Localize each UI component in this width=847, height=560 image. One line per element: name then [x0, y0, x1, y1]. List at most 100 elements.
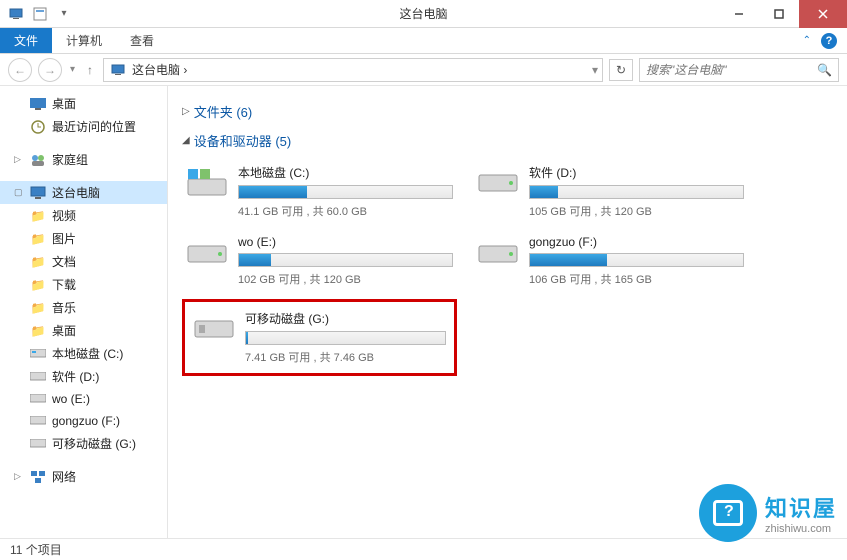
drive-info: 102 GB 可用 , 共 120 GB: [238, 271, 453, 287]
titlebar: ▾ 这台电脑: [0, 0, 847, 28]
drive-usage-bar: [245, 331, 446, 345]
tab-computer[interactable]: 计算机: [52, 28, 116, 53]
drive-name: wo (E:): [238, 235, 453, 249]
drive-name: 可移动磁盘 (G:): [245, 310, 446, 327]
folder-icon: 📁: [30, 231, 46, 247]
forward-button[interactable]: →: [38, 58, 62, 82]
sidebar-item-thispc[interactable]: ▢ 这台电脑: [0, 181, 167, 204]
qat-properties-icon[interactable]: [30, 4, 50, 24]
chevron-down-icon[interactable]: ◢: [182, 135, 190, 146]
drive-icon: [186, 164, 228, 202]
drive-icon: [30, 346, 46, 362]
address-pc-icon: [108, 60, 128, 80]
sidebar-item-drive-e[interactable]: wo (E:): [0, 388, 167, 410]
drive-name: gongzuo (F:): [529, 235, 744, 249]
up-button[interactable]: ↑: [83, 63, 97, 77]
history-dropdown-icon[interactable]: ▾: [68, 64, 77, 75]
drive-item[interactable]: gongzuo (F:) 106 GB 可用 , 共 165 GB: [473, 231, 748, 291]
minimize-button[interactable]: [719, 0, 759, 28]
sidebar-item-drive-f[interactable]: gongzuo (F:): [0, 410, 167, 432]
address-bar[interactable]: 这台电脑 › ▾: [103, 58, 603, 82]
usb-drive-icon: [30, 436, 46, 452]
window-title: 这台电脑: [399, 5, 447, 22]
sidebar-item-drive-d[interactable]: 软件 (D:): [0, 365, 167, 388]
drive-usage-bar: [238, 253, 453, 267]
sidebar-item-network[interactable]: ▷ 网络: [0, 465, 167, 488]
qat-dropdown-icon[interactable]: ▾: [54, 4, 74, 24]
folder-icon: 📁: [30, 254, 46, 270]
group-folders[interactable]: ▷ 文件夹 (6): [182, 102, 833, 121]
help-icon[interactable]: ?: [821, 33, 837, 49]
sidebar-item-documents[interactable]: 📁文档: [0, 250, 167, 273]
drive-icon: [193, 310, 235, 348]
close-button[interactable]: [799, 0, 847, 28]
tab-file[interactable]: 文件: [0, 28, 52, 53]
chevron-right-icon[interactable]: ▷: [182, 106, 190, 117]
drive-info: 106 GB 可用 , 共 165 GB: [529, 271, 744, 287]
search-input[interactable]: [646, 63, 817, 77]
navigation-pane: 桌面 最近访问的位置 ▷ 家庭组 ▢ 这台电脑 📁视频 📁图片 📁文档 📁下载 …: [0, 86, 168, 538]
recent-icon: [30, 119, 46, 135]
sidebar-item-downloads[interactable]: 📁下载: [0, 273, 167, 296]
drive-item[interactable]: 软件 (D:) 105 GB 可用 , 共 120 GB: [473, 160, 748, 223]
sidebar-item-desktop[interactable]: 桌面: [0, 92, 167, 115]
group-devices[interactable]: ◢ 设备和驱动器 (5): [182, 131, 833, 150]
search-icon[interactable]: 🔍: [817, 63, 832, 77]
sidebar-item-videos[interactable]: 📁视频: [0, 204, 167, 227]
sidebar-item-drive-g[interactable]: 可移动磁盘 (G:): [0, 432, 167, 455]
tab-view[interactable]: 查看: [116, 28, 168, 53]
watermark-title: 知识屋: [765, 491, 837, 523]
watermark: 知识屋 zhishiwu.com: [699, 484, 837, 542]
sidebar-item-desktop2[interactable]: 📁桌面: [0, 319, 167, 342]
ribbon-right: ⌃ ?: [803, 28, 847, 53]
sidebar-item-drive-c[interactable]: 本地磁盘 (C:): [0, 342, 167, 365]
ribbon-collapse-icon[interactable]: ⌃: [803, 35, 811, 46]
network-icon: [30, 469, 46, 485]
back-button[interactable]: ←: [8, 58, 32, 82]
window-controls: [719, 0, 847, 27]
content-pane: ▷ 文件夹 (6) ◢ 设备和驱动器 (5) 本地磁盘 (C:) 41.1 GB …: [168, 86, 847, 538]
drive-name: 软件 (D:): [529, 164, 744, 181]
drive-item[interactable]: 本地磁盘 (C:) 41.1 GB 可用 , 共 60.0 GB: [182, 160, 457, 223]
drive-name: 本地磁盘 (C:): [238, 164, 453, 181]
search-box[interactable]: 🔍: [639, 58, 839, 82]
drive-icon: [477, 164, 519, 202]
navigation-bar: ← → ▾ ↑ 这台电脑 › ▾ ↻ 🔍: [0, 54, 847, 86]
drive-icon: [30, 369, 46, 385]
chevron-down-icon[interactable]: ▢: [14, 187, 24, 198]
address-dropdown-icon[interactable]: ▾: [592, 63, 598, 77]
sidebar-item-homegroup[interactable]: ▷ 家庭组: [0, 148, 167, 171]
breadcrumb[interactable]: 这台电脑 ›: [132, 61, 588, 78]
drive-icon: [186, 235, 228, 273]
quick-access-toolbar: ▾: [0, 4, 74, 24]
pc-icon: [30, 185, 46, 201]
status-item-count: 11 个项目: [10, 541, 62, 558]
folder-icon: 📁: [30, 323, 46, 339]
drive-item[interactable]: 可移动磁盘 (G:) 7.41 GB 可用 , 共 7.46 GB: [182, 299, 457, 376]
folder-icon: 📁: [30, 300, 46, 316]
drive-info: 7.41 GB 可用 , 共 7.46 GB: [245, 349, 446, 365]
chevron-right-icon[interactable]: ▷: [14, 154, 24, 165]
sidebar-item-music[interactable]: 📁音乐: [0, 296, 167, 319]
homegroup-icon: [30, 152, 46, 168]
app-icon: [6, 4, 26, 24]
body: 桌面 最近访问的位置 ▷ 家庭组 ▢ 这台电脑 📁视频 📁图片 📁文档 📁下载 …: [0, 86, 847, 538]
refresh-button[interactable]: ↻: [609, 59, 633, 81]
chevron-right-icon[interactable]: ▷: [14, 471, 24, 482]
drive-usage-bar: [529, 185, 744, 199]
drive-item[interactable]: wo (E:) 102 GB 可用 , 共 120 GB: [182, 231, 457, 291]
drive-icon: [477, 235, 519, 273]
maximize-button[interactable]: [759, 0, 799, 28]
drive-icon: [30, 413, 46, 429]
sidebar-item-pictures[interactable]: 📁图片: [0, 227, 167, 250]
drive-icon: [30, 391, 46, 407]
drive-usage-bar: [529, 253, 744, 267]
sidebar-item-recent[interactable]: 最近访问的位置: [0, 115, 167, 138]
drives-grid: 本地磁盘 (C:) 41.1 GB 可用 , 共 60.0 GB 软件 (D:) 10…: [182, 160, 833, 376]
folder-icon: 📁: [30, 277, 46, 293]
drive-info: 41.1 GB 可用 , 共 60.0 GB: [238, 203, 453, 219]
folder-icon: 📁: [30, 208, 46, 224]
drive-info: 105 GB 可用 , 共 120 GB: [529, 203, 744, 219]
drive-usage-bar: [238, 185, 453, 199]
ribbon-tabs: 文件 计算机 查看 ⌃ ?: [0, 28, 847, 54]
